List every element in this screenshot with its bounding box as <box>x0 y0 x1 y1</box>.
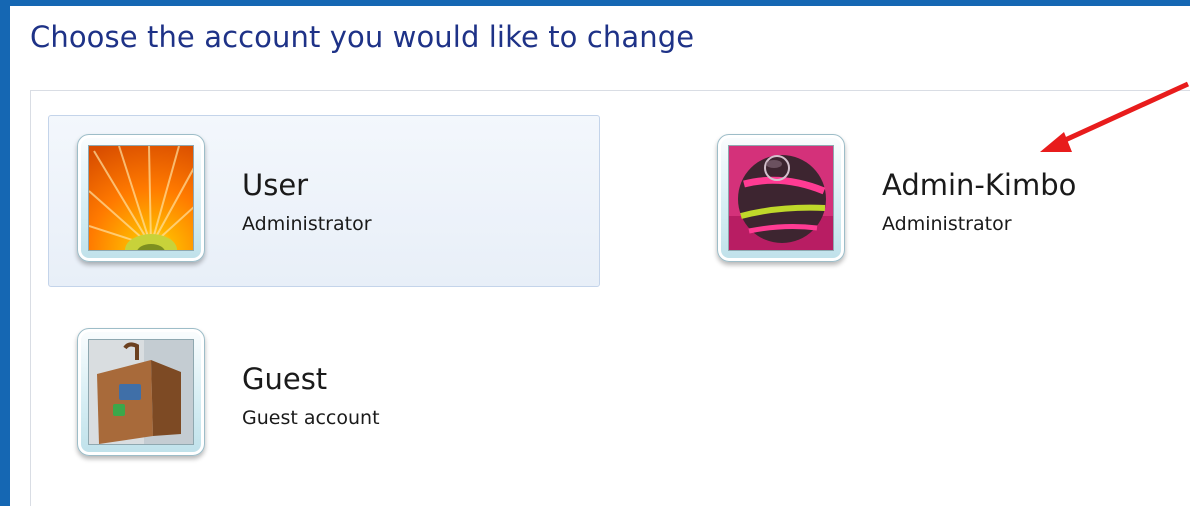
account-name: Admin-Kimbo <box>882 168 1077 202</box>
account-tile-guest[interactable]: Guest Guest account <box>48 309 600 481</box>
account-tile-user[interactable]: User Administrator <box>48 115 600 287</box>
account-type: Administrator <box>882 213 1012 235</box>
page-title: Choose the account you would like to cha… <box>30 20 695 54</box>
account-picture-frame <box>77 328 205 456</box>
account-type: Administrator <box>242 213 372 235</box>
orange-flower-picture <box>88 145 194 251</box>
suitcase-picture <box>88 339 194 445</box>
account-picture-frame <box>717 134 845 262</box>
bowling-ball-picture <box>728 145 834 251</box>
accounts-list: User Administrator Admin-Kimbo Administr… <box>30 90 1190 506</box>
red-arrow-icon <box>1040 81 1190 152</box>
account-type: Guest account <box>242 407 380 429</box>
account-picture-frame <box>77 134 205 262</box>
account-name: Guest <box>242 362 328 396</box>
account-name: User <box>242 168 309 202</box>
control-panel-window: Choose the account you would like to cha… <box>10 6 1190 506</box>
